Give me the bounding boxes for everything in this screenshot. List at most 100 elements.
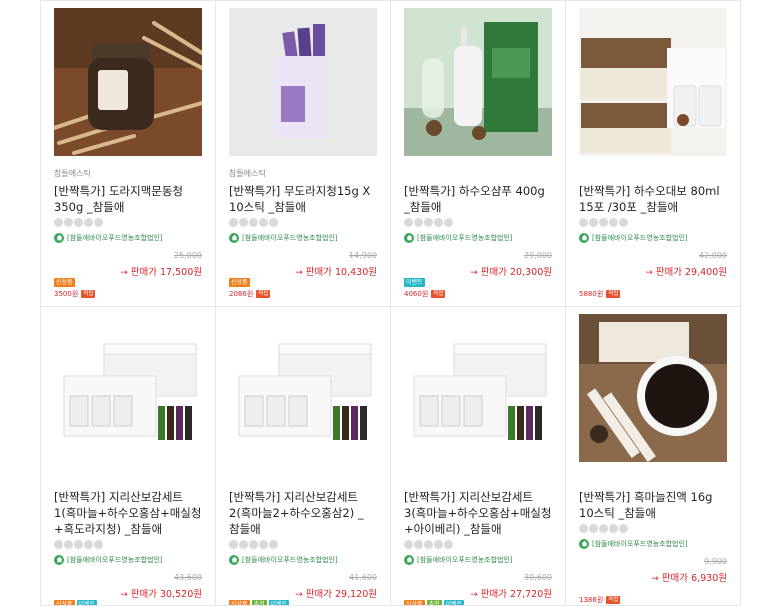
seller-link[interactable]: [참들애바이오푸드영농조합법인] [579,232,727,243]
star-icon [259,540,268,549]
product-badge: 이벤트 [404,278,425,287]
points-tag: 적립 [431,290,446,298]
star-icon [229,540,238,549]
badge-row: 신상품 추천 이벤트 [229,600,377,605]
arrow-right-icon: → [651,574,659,584]
arrow-right-icon: → [120,268,128,278]
product-brand [404,168,552,179]
sale-price: 27,720원 [510,589,552,600]
sale-label: 판매가 [305,589,332,600]
product-badge: 추천 [251,600,267,605]
star-icon [54,218,63,227]
seller-link[interactable]: [참들애바이오푸드영농조합법인] [404,232,552,243]
product-card[interactable]: [반짝특가] 하수오대보 80ml 15포 /30포 _참들애 [참들애바이오푸… [566,0,741,307]
product-title[interactable]: [반짝특가] 흑마늘진액 16g 10스틱 _참들애 [579,489,727,521]
product-card[interactable]: [반짝특가] 흑마늘진액 16g 10스틱 _참들애 [참들애바이오푸드영농조합… [566,307,741,606]
star-icon [249,218,258,227]
star-icon [414,540,423,549]
rating-stars [404,540,552,550]
product-image[interactable] [54,314,202,462]
product-card[interactable]: [반짝특가] 하수오샴푸 400g _참들애 [참들애바이오푸드영농조합법인] … [391,0,566,307]
badge-row: 신상품 이벤트 [54,600,202,605]
rating-stars [54,540,202,550]
points-value: 4060원 [404,290,429,298]
product-image[interactable] [54,8,202,156]
product-card[interactable]: 참들에스틱 [반짝특가] 도라지맥문동청 350g _참들애 [참들애바이오푸드… [41,0,216,307]
product-card[interactable]: 참들에스틱 [반짝특가] 무도라지청15g X 10스틱 _참들애 [참들애바이… [216,0,391,307]
home-icon [54,232,64,243]
product-badge: 신상품 [54,278,75,287]
arrow-right-icon: → [295,590,303,600]
star-icon [94,218,103,227]
star-icon [54,540,63,549]
sale-label: 판매가 [480,589,507,600]
product-badge: 이벤트 [268,600,290,605]
seller-name: [참들애바이오푸드영농조합법인] [417,233,513,242]
seller-link[interactable]: [참들애바이오푸드영농조합법인] [404,554,552,565]
product-title[interactable]: [반짝특가] 하수오대보 80ml 15포 /30포 _참들애 [579,183,727,215]
product-image[interactable] [229,8,377,156]
arrow-right-icon: → [470,268,478,278]
home-icon [404,554,414,565]
seller-link[interactable]: [참들애바이오푸드영농조합법인] [229,554,377,565]
seller-link[interactable]: [참들애바이오푸드영농조합법인] [229,232,377,243]
original-price: 41,600 [349,573,377,582]
product-card[interactable]: [반짝특가] 지리산보감세트 3(흑마늘+하수오홍삼+매실청+아이베리) _참들… [391,307,566,606]
product-brand: 참들에스틱 [54,169,91,178]
points-tag: 적립 [606,290,621,298]
rating-stars [54,218,202,228]
sale-label: 판매가 [305,267,332,278]
original-price: 9,900 [704,557,727,566]
product-image[interactable] [404,8,552,156]
star-icon [424,540,433,549]
points-row: 1386원 적립 [579,595,727,605]
product-title[interactable]: [반짝특가] 지리산보감세트 1(흑마늘+하수오홍삼+매실청+흑도라지청) _참… [54,489,202,537]
seller-name: [참들애바이오푸드영농조합법인] [592,233,688,242]
home-icon [54,554,64,565]
product-image[interactable] [579,8,727,156]
badge-row [579,278,727,287]
product-title[interactable]: [반짝특가] 지리산보감세트 2(흑마늘2+하수오홍삼2) _참들애 [229,489,377,537]
product-image[interactable] [404,314,552,462]
points-row: 4060원 적립 [404,289,552,299]
seller-link[interactable]: [참들애바이오푸드영농조합법인] [54,232,202,243]
product-title[interactable]: [반짝특가] 하수오샴푸 400g _참들애 [404,183,552,215]
star-icon [404,218,413,227]
sale-price-row: → 판매가 29,400원 [579,264,727,278]
product-title[interactable]: [반짝특가] 무도라지청15g X 10스틱 _참들애 [229,183,377,215]
sale-label: 판매가 [130,267,157,278]
rating-stars [579,218,727,228]
star-icon [579,524,588,533]
star-icon [84,540,93,549]
star-icon [74,540,83,549]
product-title[interactable]: [반짝특가] 지리산보감세트 3(흑마늘+하수오홍삼+매실청+아이베리) _참들… [404,489,552,537]
star-icon [589,218,598,227]
star-icon [249,540,258,549]
product-image[interactable] [229,314,377,462]
home-icon [229,554,239,565]
star-icon [609,524,618,533]
sale-price: 29,400원 [685,267,727,278]
star-icon [269,540,278,549]
seller-link[interactable]: [참들애바이오푸드영농조합법인] [579,538,727,549]
product-card[interactable]: [반짝특가] 지리산보감세트 2(흑마늘2+하수오홍삼2) _참들애 [참들애바… [216,307,391,606]
sale-price: 17,500원 [160,267,202,278]
badge-row: 이벤트 [404,278,552,287]
product-badge: 신상품 [54,600,75,605]
star-icon [269,218,278,227]
seller-link[interactable]: [참들애바이오푸드영농조합법인] [54,554,202,565]
product-badge: 이벤트 [443,600,465,605]
star-icon [579,218,588,227]
product-card[interactable]: [반짝특가] 지리산보감세트 1(흑마늘+하수오홍삼+매실청+흑도라지청) _참… [41,307,216,606]
star-icon [64,218,73,227]
points-tag: 적립 [606,596,621,604]
product-brand [579,474,727,485]
points-value: 2086원 [229,290,254,298]
seller-name: [참들애바이오푸드영농조합법인] [417,555,513,564]
seller-name: [참들애바이오푸드영농조합법인] [242,233,338,242]
original-price: 42,000 [699,251,727,260]
sale-price-row: → 판매가 27,720원 [404,586,552,600]
product-title[interactable]: [반짝특가] 도라지맥문동청 350g _참들애 [54,183,202,215]
sale-price-row: → 판매가 10,430원 [229,264,377,278]
product-image[interactable] [579,314,727,462]
